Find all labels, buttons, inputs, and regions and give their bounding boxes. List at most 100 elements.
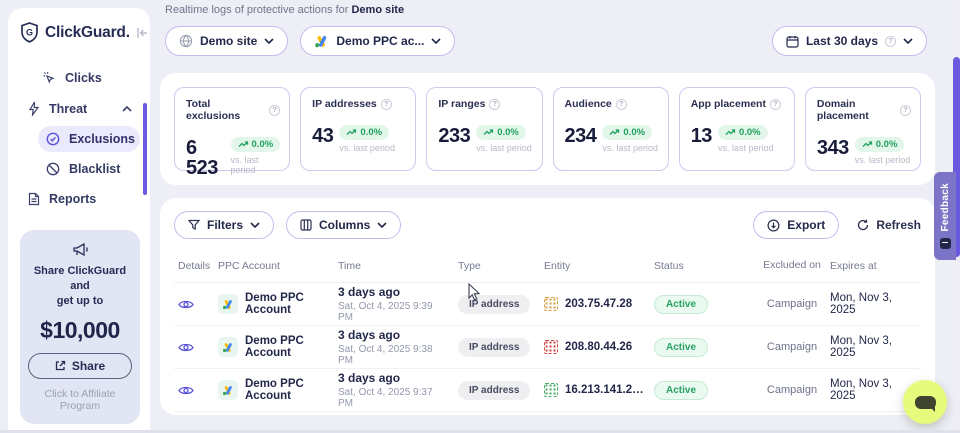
trend-badge: 0.0% — [231, 137, 281, 152]
feedback-tab[interactable]: Feedback — [934, 172, 956, 260]
google-ads-icon — [218, 294, 238, 314]
sidebar-item-blacklist[interactable]: Blacklist — [38, 156, 140, 182]
stat-card-ip-ranges: IP ranges 233 0.0% vs. last period — [426, 87, 542, 171]
google-ads-icon — [218, 337, 238, 357]
feedback-label: Feedback — [940, 183, 951, 232]
share-button[interactable]: Share — [28, 353, 132, 379]
trend-badge: 0.0% — [718, 125, 768, 140]
sidebar-item-label: Exclusions — [69, 132, 135, 146]
chat-widget-button[interactable] — [903, 380, 947, 424]
help-icon[interactable] — [900, 105, 911, 116]
trend-badge: 0.0% — [855, 137, 905, 152]
trend-badge: 0.0% — [602, 125, 652, 140]
ppc-account-name: Demo PPC Account — [245, 378, 330, 402]
stat-card-total-exclusions: Total exclusions 6 523 0.0% vs. last per… — [174, 87, 290, 171]
time-relative: 3 days ago — [338, 285, 450, 299]
export-button[interactable]: Export — [753, 211, 839, 239]
affiliate-link[interactable]: Click to Affiliate Program — [28, 388, 132, 412]
sidebar-item-clicks[interactable]: Clicks — [34, 65, 140, 91]
col-header[interactable]: Expires at — [826, 260, 921, 272]
entity-value[interactable]: 208.80.44.26 — [565, 341, 632, 353]
view-details-eye-icon[interactable] — [178, 342, 210, 353]
expires-at: Mon, Nov 3, 2025 — [826, 335, 921, 359]
chevron-down-icon — [903, 38, 913, 44]
stat-caption: vs. last period — [602, 143, 658, 153]
col-header[interactable]: PPC Account — [214, 260, 334, 272]
sidebar-item-threat[interactable]: Threat — [20, 95, 140, 122]
view-details-eye-icon[interactable] — [178, 385, 210, 396]
table-header-row: Details PPC Account Time Type Entity Sta… — [174, 249, 921, 283]
stat-card-domain-placement: Domain placement 343 0.0% vs. last perio… — [805, 87, 921, 171]
sidebar-item-exclusions[interactable]: Exclusions — [38, 126, 140, 152]
selector-row: Demo site Demo PPC ac... Last 30 days — [160, 26, 935, 56]
ppc-account-name: Demo PPC Account — [245, 335, 330, 359]
sidebar-item-label: Blacklist — [69, 162, 120, 176]
table-row: Demo PPC Account 3 days agoSat, Oct 4, 2… — [174, 283, 921, 326]
date-range-selector[interactable]: Last 30 days — [772, 26, 927, 56]
affiliate-promo-card[interactable]: Share ClickGuard and get up to $10,000 S… — [20, 230, 140, 424]
chevron-down-icon — [377, 222, 387, 228]
blacklist-icon — [46, 162, 60, 176]
table-row: 3 days ago — [174, 412, 921, 415]
table-row: Demo PPC Account 3 days agoSat, Oct 4, 2… — [174, 369, 921, 412]
ppc-account-selector[interactable]: Demo PPC ac... — [300, 26, 455, 56]
entity-identicon — [544, 340, 558, 354]
mouse-cursor — [468, 283, 482, 301]
stat-value: 233 — [438, 126, 470, 146]
status-badge: Active — [654, 338, 708, 357]
refresh-button[interactable]: Refresh — [857, 218, 921, 232]
stat-value: 6 523 — [186, 138, 225, 178]
chevron-down-icon — [250, 222, 260, 228]
logo-text: ClickGuard. — [45, 24, 130, 42]
chevron-down-icon — [431, 38, 441, 44]
col-header[interactable]: Entity — [540, 260, 650, 272]
promo-text: Share ClickGuard and get up to — [28, 264, 132, 309]
col-header[interactable]: Status — [650, 260, 758, 272]
logs-table-panel: Filters Columns Export Refresh Details — [160, 198, 935, 415]
main-content: Realtime logs of protective actions for … — [160, 0, 935, 415]
stat-caption: vs. last period — [231, 155, 281, 175]
calendar-icon — [786, 35, 799, 48]
time-relative: 3 days ago — [338, 371, 450, 385]
stat-card-app-placement: App placement 13 0.0% vs. last period — [679, 87, 795, 171]
help-icon[interactable] — [381, 99, 392, 110]
site-selector[interactable]: Demo site — [165, 26, 288, 56]
stat-caption: vs. last period — [339, 143, 395, 153]
external-link-icon — [55, 360, 66, 371]
type-badge: IP address — [458, 381, 530, 400]
columns-button[interactable]: Columns — [286, 211, 401, 239]
col-header[interactable]: Type — [454, 260, 540, 272]
help-icon[interactable] — [770, 99, 781, 110]
columns-icon — [300, 219, 312, 231]
logo: G ClickGuard. — [20, 22, 140, 43]
table-toolbar: Filters Columns Export Refresh — [174, 211, 921, 239]
sidebar-scrollbar[interactable] — [143, 103, 147, 195]
google-ads-icon — [218, 380, 238, 400]
help-icon[interactable] — [489, 99, 500, 110]
sidebar-item-reports[interactable]: Reports — [20, 186, 140, 212]
filters-button[interactable]: Filters — [174, 211, 274, 239]
stat-value: 13 — [691, 126, 712, 146]
clickguard-shield-icon: G — [20, 22, 39, 43]
view-details-eye-icon[interactable] — [178, 299, 210, 310]
sidebar: G ClickGuard. Clicks Threat Exclusions B… — [8, 8, 150, 433]
promo-amount: $10,000 — [28, 317, 132, 344]
collapse-sidebar-icon[interactable] — [136, 27, 149, 39]
excluded-on: Campaign — [758, 341, 826, 353]
entity-identicon — [544, 297, 558, 311]
svg-text:G: G — [26, 28, 33, 38]
table-row: Demo PPC Account 3 days agoSat, Oct 4, 2… — [174, 326, 921, 369]
status-badge: Active — [654, 295, 708, 314]
globe-icon — [179, 34, 193, 48]
help-icon — [885, 36, 896, 47]
entity-value[interactable]: 203.75.47.28 — [565, 298, 632, 310]
reports-icon — [28, 192, 40, 206]
col-header[interactable]: Time — [334, 260, 454, 272]
col-header[interactable]: Details — [174, 260, 214, 272]
help-icon[interactable] — [269, 105, 280, 116]
sidebar-item-label: Reports — [49, 192, 96, 206]
excluded-on: Campaign — [758, 298, 826, 310]
entity-value[interactable]: 16.213.141.2… — [565, 384, 644, 396]
help-icon[interactable] — [616, 99, 627, 110]
col-header[interactable]: Excluded on — [758, 259, 826, 272]
